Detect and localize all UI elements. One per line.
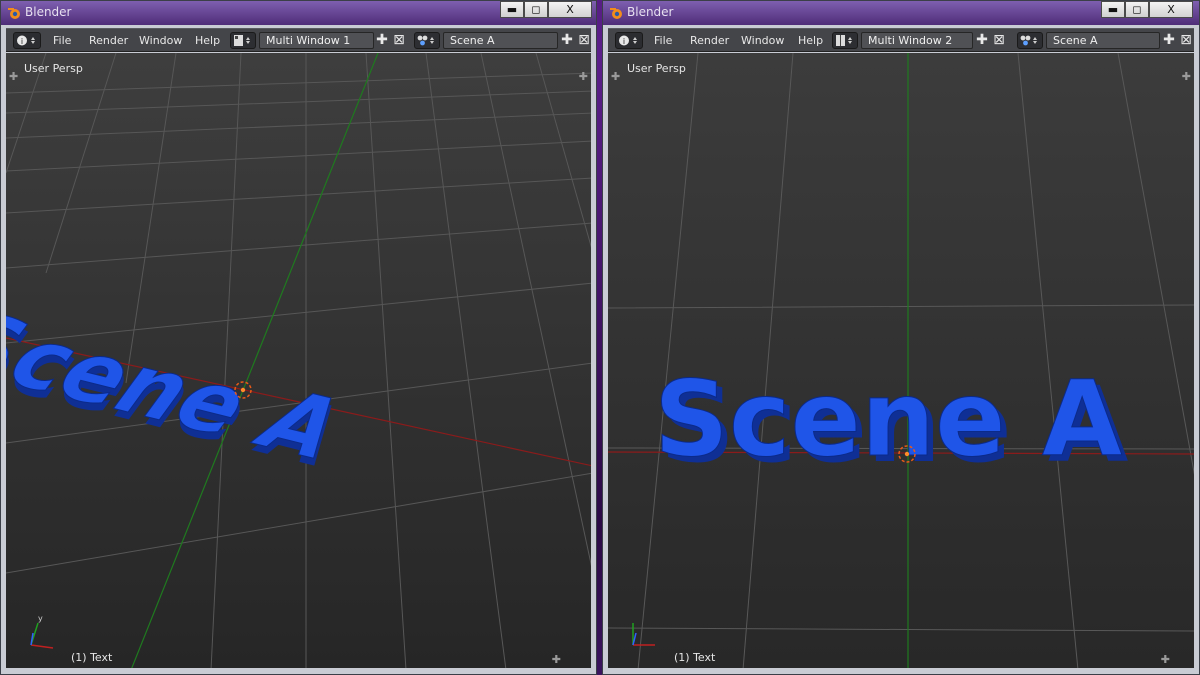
window-title: Blender xyxy=(627,5,674,19)
menu-file[interactable]: File xyxy=(654,34,672,47)
add-icon[interactable]: ✚ xyxy=(559,32,575,49)
scene-selector[interactable] xyxy=(414,32,440,49)
add-icon[interactable]: ✚ xyxy=(974,32,990,49)
screen-name-field[interactable]: Multi Window 1 xyxy=(259,32,374,49)
screen-layout-icon xyxy=(836,35,852,46)
menu-render[interactable]: Render xyxy=(690,34,729,47)
area-corner-icon[interactable]: ✚ xyxy=(9,70,18,83)
maximize-button[interactable]: ◻ xyxy=(524,1,548,18)
scene-name-field[interactable]: Scene A xyxy=(443,32,558,49)
active-object-label: (1) Text xyxy=(71,651,113,664)
title-bar[interactable]: Blender ▬ ◻ X xyxy=(1,1,596,25)
window-title: Blender xyxy=(25,5,72,19)
blender-window-2: Blender ▬ ◻ X i File Render Window Help … xyxy=(602,0,1200,675)
title-bar[interactable]: Blender ▬ ◻ X xyxy=(603,1,1199,25)
minimize-button[interactable]: ▬ xyxy=(1101,1,1125,18)
add-icon[interactable]: ✚ xyxy=(374,32,390,49)
svg-text:Scene A: Scene A xyxy=(654,358,1122,480)
scene-a-text-object: Scene A Scene A xyxy=(654,358,1129,487)
3d-viewport[interactable]: Scene A Scene A User Persp (1) Text ✚ ✚ … xyxy=(608,53,1194,668)
active-object-label: (1) Text xyxy=(674,651,716,664)
close-button[interactable]: X xyxy=(1149,1,1193,18)
scene-name-field[interactable]: Scene A xyxy=(1046,32,1160,49)
area-corner-icon[interactable]: ✚ xyxy=(1182,70,1191,83)
remove-icon[interactable]: ⊠ xyxy=(391,32,407,49)
menu-help[interactable]: Help xyxy=(195,34,220,47)
screen-layout-icon xyxy=(234,35,250,46)
blender-logo-icon xyxy=(610,8,622,19)
maximize-button[interactable]: ◻ xyxy=(1125,1,1149,18)
area-corner-icon[interactable]: ✚ xyxy=(1161,653,1170,666)
3d-viewport[interactable]: Scene A Scene A y User Persp (1) Text ✚ … xyxy=(6,53,591,668)
remove-icon[interactable]: ⊠ xyxy=(1178,32,1194,49)
blender-window-1: Blender ▬ ◻ X i File Render Window Help … xyxy=(0,0,597,675)
view-mode-label: User Persp xyxy=(24,62,83,75)
area-corner-icon[interactable]: ✚ xyxy=(579,70,588,83)
remove-icon[interactable]: ⊠ xyxy=(991,32,1007,49)
info-header: i File Render Window Help Multi Window 1… xyxy=(6,28,591,52)
area-corner-icon[interactable]: ✚ xyxy=(552,653,561,666)
svg-text:y: y xyxy=(38,614,43,623)
menu-window[interactable]: Window xyxy=(139,34,182,47)
svg-text:i: i xyxy=(21,37,23,46)
svg-text:i: i xyxy=(623,37,625,46)
screen-layout-selector[interactable] xyxy=(832,32,858,49)
minimize-button[interactable]: ▬ xyxy=(500,1,524,18)
menu-window[interactable]: Window xyxy=(741,34,784,47)
editor-type-button[interactable]: i xyxy=(13,32,41,49)
scene-selector[interactable] xyxy=(1017,32,1043,49)
viewport-scene: Scene A Scene A xyxy=(608,53,1194,668)
area-corner-icon[interactable]: ✚ xyxy=(611,70,620,83)
remove-icon[interactable]: ⊠ xyxy=(576,32,592,49)
editor-type-button[interactable]: i xyxy=(615,32,643,49)
scene-icon xyxy=(417,35,434,46)
view-mode-label: User Persp xyxy=(627,62,686,75)
close-button[interactable]: X xyxy=(548,1,592,18)
info-icon: i xyxy=(17,35,35,46)
info-icon: i xyxy=(619,35,637,46)
menu-help[interactable]: Help xyxy=(798,34,823,47)
screen-layout-selector[interactable] xyxy=(230,32,256,49)
blender-logo-icon xyxy=(8,8,20,19)
screen-name-field[interactable]: Multi Window 2 xyxy=(861,32,973,49)
menu-render[interactable]: Render xyxy=(89,34,128,47)
info-header: i File Render Window Help Multi Window 2… xyxy=(608,28,1194,52)
add-icon[interactable]: ✚ xyxy=(1161,32,1177,49)
viewport-scene: Scene A Scene A y xyxy=(6,53,591,668)
scene-icon xyxy=(1020,35,1037,46)
menu-file[interactable]: File xyxy=(53,34,71,47)
